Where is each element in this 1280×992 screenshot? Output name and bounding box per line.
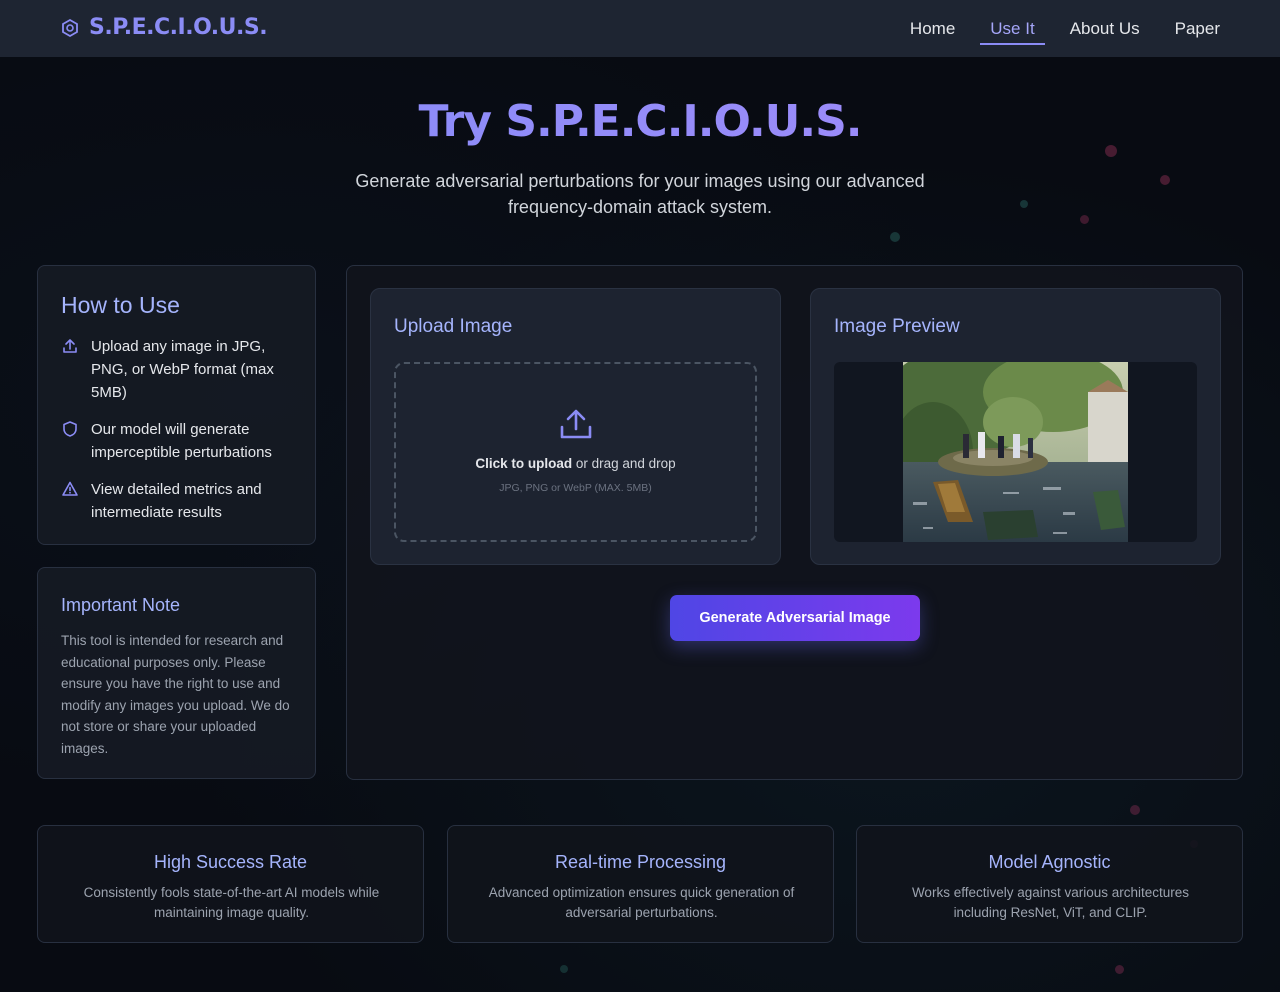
important-note-text: This tool is intended for research and e…	[61, 633, 290, 756]
how-to-step-text: View detailed metrics and intermediate r…	[91, 481, 262, 521]
bg-particle	[1080, 215, 1089, 224]
image-preview-box	[834, 362, 1197, 542]
feature-text: Works effectively against various archit…	[911, 885, 1190, 920]
click-to-upload-link[interactable]: Click to upload	[475, 456, 572, 471]
feature-card-realtime: Real-time Processing Advanced optimizati…	[447, 825, 834, 943]
warning-icon	[62, 481, 78, 496]
top-navbar: S.P.E.C.I.O.U.S. Home Use It About Us Pa…	[0, 0, 1280, 57]
preview-panel: Image Preview	[810, 288, 1221, 565]
upload-panel: Upload Image Click to upload or drag and…	[370, 288, 781, 565]
brand-logo[interactable]: S.P.E.C.I.O.U.S.	[60, 15, 268, 40]
feature-title: High Success Rate	[153, 852, 308, 872]
upload-instruction: Click to upload or drag and drop	[396, 456, 755, 471]
how-to-use-title: How to Use	[61, 292, 180, 318]
nav-link-paper[interactable]: Paper	[1175, 19, 1220, 39]
how-to-step-text: Our model will generate imperceptible pe…	[91, 421, 272, 461]
upload-dropzone[interactable]: Click to upload or drag and drop JPG, PN…	[394, 362, 757, 542]
important-note-title: Important Note	[61, 595, 181, 615]
how-to-use-card: How to Use Upload any image in JPG, PNG,…	[37, 265, 316, 545]
generate-adversarial-button[interactable]: Generate Adversarial Image	[670, 595, 920, 641]
nav-links: Home Use It About Us Paper	[875, 0, 1220, 57]
shield-icon	[63, 421, 77, 437]
upload-title: Upload Image	[394, 316, 513, 337]
upload-format-hint: JPG, PNG or WebP (MAX. 5MB)	[499, 482, 652, 494]
page-title: Try S.P.E.C.I.O.U.S.	[0, 96, 1280, 147]
feature-title: Real-time Processing	[554, 852, 727, 872]
bg-particle	[1160, 175, 1170, 185]
brand-name: S.P.E.C.I.O.U.S.	[89, 15, 268, 40]
bg-particle	[1130, 805, 1140, 815]
upload-icon	[560, 409, 592, 439]
nav-link-use-it[interactable]: Use It	[980, 19, 1046, 45]
preview-image	[903, 362, 1128, 542]
feature-text: Advanced optimization ensures quick gene…	[488, 885, 795, 920]
how-to-step: Our model will generate imperceptible pe…	[61, 418, 291, 464]
important-note-card: Important Note This tool is intended for…	[37, 567, 316, 779]
how-to-step: View detailed metrics and intermediate r…	[61, 478, 291, 524]
feature-card-success-rate: High Success Rate Consistently fools sta…	[37, 825, 424, 943]
how-to-step-text: Upload any image in JPG, PNG, or WebP fo…	[91, 338, 274, 401]
upload-workspace: Upload Image Click to upload or drag and…	[346, 265, 1243, 780]
feature-title: Model Agnostic	[988, 852, 1111, 872]
upload-icon	[63, 339, 77, 353]
drag-drop-text: or drag and drop	[572, 456, 676, 471]
feature-text: Consistently fools state-of-the-art AI m…	[83, 885, 380, 920]
how-to-step: Upload any image in JPG, PNG, or WebP fo…	[61, 335, 291, 404]
bg-particle	[1115, 965, 1124, 974]
bg-particle	[1020, 200, 1028, 208]
preview-title: Image Preview	[834, 316, 960, 337]
bg-particle	[560, 965, 568, 973]
logo-icon	[62, 18, 78, 37]
feature-card-model-agnostic: Model Agnostic Works effectively against…	[856, 825, 1243, 943]
nav-link-about-us[interactable]: About Us	[1070, 19, 1140, 39]
page-subtitle: Generate adversarial perturbations for y…	[355, 171, 925, 217]
nav-link-home[interactable]: Home	[910, 19, 955, 39]
bg-particle	[890, 232, 900, 242]
